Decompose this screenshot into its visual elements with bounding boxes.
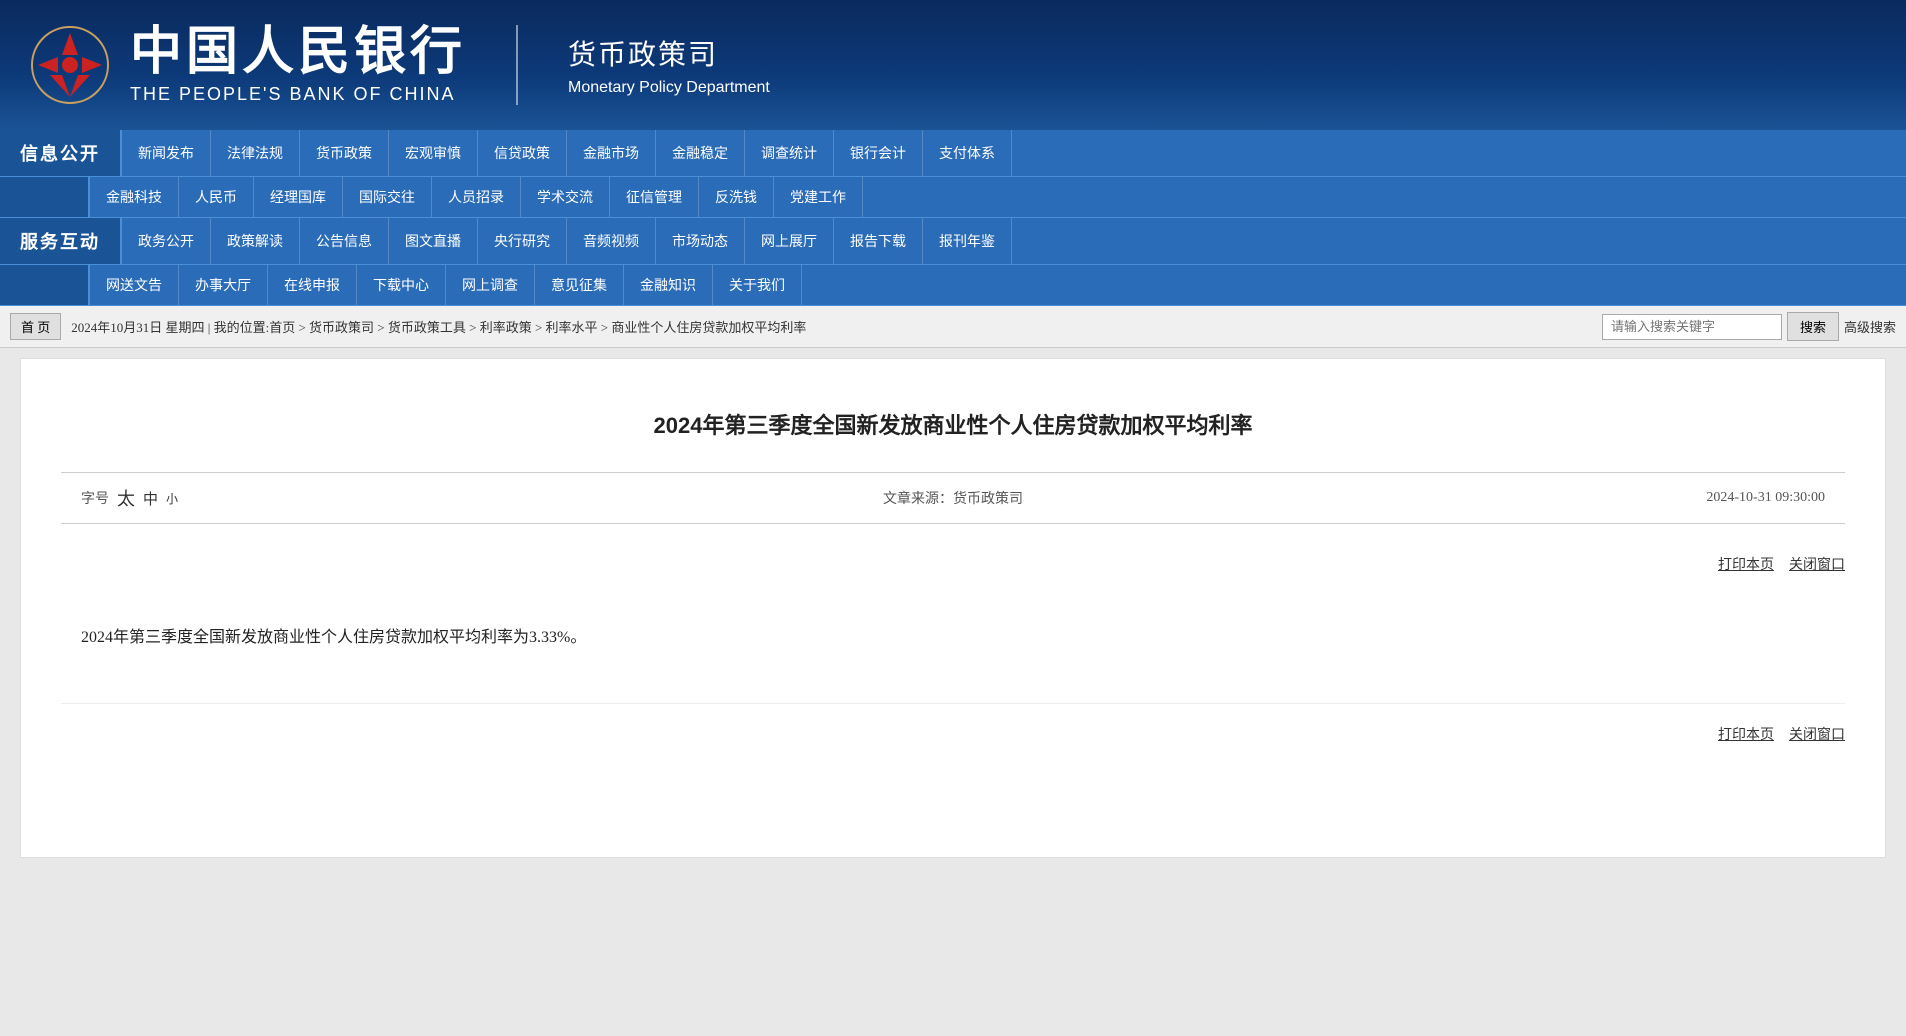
article-title: 2024年第三季度全国新发放商业性个人住房贷款加权平均利率 <box>61 389 1845 472</box>
nav-item-yanghang[interactable]: 央行研究 <box>478 218 567 264</box>
nav-item-zhengwu[interactable]: 政务公开 <box>122 218 211 264</box>
nav-row1-items: 新闻发布 法律法规 货币政策 宏观审慎 信贷政策 金融市场 金融稳定 调查统计 … <box>122 130 1906 176</box>
nav-item-wangsong[interactable]: 网送文告 <box>90 265 179 305</box>
dept-name-cn: 货币政策司 <box>568 33 770 73</box>
home-button[interactable]: 首 页 <box>10 313 61 340</box>
nav-item-shichang[interactable]: 市场动态 <box>656 218 745 264</box>
nav-label-xinxi: 信息公开 <box>0 130 122 176</box>
nav-label-fuwu: 服务互动 <box>0 218 122 264</box>
bank-name-en: THE PEOPLE'S BANK OF CHINA <box>130 84 466 105</box>
nav-item-dangjian[interactable]: 党建工作 <box>774 177 863 217</box>
header-divider <box>516 25 518 105</box>
advanced-search-link[interactable]: 高级搜索 <box>1844 317 1896 336</box>
nav-row-4: 网送文告 办事大厅 在线申报 下载中心 网上调查 意见征集 金融知识 关于我们 <box>0 265 1906 306</box>
nav-item-zhengxin[interactable]: 征信管理 <box>610 177 699 217</box>
search-input[interactable] <box>1602 314 1782 340</box>
nav-item-jinrongzhishi[interactable]: 金融知识 <box>624 265 713 305</box>
logo-area: 中国人民银行 THE PEOPLE'S BANK OF CHINA 货币政策司 … <box>30 25 770 105</box>
font-size-label: 字号 <box>81 488 109 508</box>
source-value: 货币政策司 <box>953 492 1023 507</box>
nav-item-xinwen[interactable]: 新闻发布 <box>122 130 211 176</box>
nav-item-baokannian[interactable]: 报刊年鉴 <box>923 218 1012 264</box>
font-size-large-btn[interactable]: 太 <box>117 485 135 511</box>
nav-item-gonggao[interactable]: 公告信息 <box>300 218 389 264</box>
nav-item-falv[interactable]: 法律法规 <box>211 130 300 176</box>
article-body: 2024年第三季度全国新发放商业性个人住房贷款加权平均利率为3.33%。 <box>61 594 1845 703</box>
article-date: 2024-10-31 09:30:00 <box>1244 490 1825 506</box>
nav-item-renminbi[interactable]: 人民币 <box>179 177 254 217</box>
nav-item-tuwenzhibo[interactable]: 图文直播 <box>389 218 478 264</box>
nav-item-wending[interactable]: 金融稳定 <box>656 130 745 176</box>
nav-item-yinpin[interactable]: 音频视频 <box>567 218 656 264</box>
source-label: 文章来源： <box>883 492 953 507</box>
print-bottom-link[interactable]: 打印本页 <box>1718 724 1774 744</box>
breadcrumb-bar: 首 页 2024年10月31日 星期四 | 我的位置:首页 > 货币政策司 > … <box>0 306 1906 348</box>
article-text: 2024年第三季度全国新发放商业性个人住房贷款加权平均利率为3.33%。 <box>81 624 1825 653</box>
nav-item-xueshu[interactable]: 学术交流 <box>521 177 610 217</box>
nav-item-xindai[interactable]: 信贷政策 <box>478 130 567 176</box>
dept-block: 货币政策司 Monetary Policy Department <box>568 33 770 97</box>
nav-item-faxiqian[interactable]: 反洗钱 <box>699 177 774 217</box>
article-source: 文章来源：货币政策司 <box>662 488 1243 508</box>
nav-label-row2-empty <box>0 177 90 217</box>
bank-name-cn: 中国人民银行 <box>130 26 466 78</box>
nav-item-renyuan[interactable]: 人员招录 <box>432 177 521 217</box>
nav-item-jinrongkeji[interactable]: 金融科技 <box>90 177 179 217</box>
nav-item-jingli[interactable]: 经理国库 <box>254 177 343 217</box>
nav-label-row4-empty <box>0 265 90 305</box>
article-meta: 字号 太 中 小 文章来源：货币政策司 2024-10-31 09:30:00 <box>61 472 1845 524</box>
nav-item-baogao[interactable]: 报告下载 <box>834 218 923 264</box>
nav-row-1: 信息公开 新闻发布 法律法规 货币政策 宏观审慎 信贷政策 金融市场 金融稳定 … <box>0 130 1906 177</box>
nav-item-zhifu[interactable]: 支付体系 <box>923 130 1012 176</box>
nav-item-huobi[interactable]: 货币政策 <box>300 130 389 176</box>
nav-item-yijian[interactable]: 意见征集 <box>535 265 624 305</box>
nav-item-diaocha[interactable]: 调查统计 <box>745 130 834 176</box>
close-bottom-link[interactable]: 关闭窗口 <box>1789 724 1845 744</box>
font-size-medium-btn[interactable]: 中 <box>143 488 158 509</box>
nav-row-3: 服务互动 政务公开 政策解读 公告信息 图文直播 央行研究 音频视频 市场动态 … <box>0 218 1906 265</box>
nav-item-yinhang[interactable]: 银行会计 <box>834 130 923 176</box>
page-header: 中国人民银行 THE PEOPLE'S BANK OF CHINA 货币政策司 … <box>0 0 1906 130</box>
search-button[interactable]: 搜索 <box>1787 312 1839 341</box>
navigation: 信息公开 新闻发布 法律法规 货币政策 宏观审慎 信贷政策 金融市场 金融稳定 … <box>0 130 1906 306</box>
nav-item-guanyu[interactable]: 关于我们 <box>713 265 802 305</box>
breadcrumb-path: 2024年10月31日 星期四 | 我的位置:首页 > 货币政策司 > 货币政策… <box>71 317 1592 336</box>
dept-name-en: Monetary Policy Department <box>568 79 770 97</box>
nav-row-2: 金融科技 人民币 经理国库 国际交往 人员招录 学术交流 征信管理 反洗钱 党建… <box>0 177 1906 218</box>
action-bar-top: 打印本页 关闭窗口 <box>61 544 1845 594</box>
font-size-control: 字号 太 中 小 <box>81 485 662 511</box>
action-bar-bottom: 打印本页 关闭窗口 <box>61 703 1845 754</box>
bank-name-block: 中国人民银行 THE PEOPLE'S BANK OF CHINA <box>130 26 466 105</box>
nav-item-xiazai[interactable]: 下载中心 <box>357 265 446 305</box>
main-content: 2024年第三季度全国新发放商业性个人住房贷款加权平均利率 字号 太 中 小 文… <box>20 358 1886 858</box>
print-top-link[interactable]: 打印本页 <box>1718 554 1774 574</box>
nav-item-wangshang[interactable]: 网上展厅 <box>745 218 834 264</box>
search-area: 搜索 高级搜索 <box>1602 312 1896 341</box>
close-top-link[interactable]: 关闭窗口 <box>1789 554 1845 574</box>
nav-row3-items: 政务公开 政策解读 公告信息 图文直播 央行研究 音频视频 市场动态 网上展厅 … <box>122 218 1906 264</box>
nav-item-guoji[interactable]: 国际交往 <box>343 177 432 217</box>
nav-item-banshi[interactable]: 办事大厅 <box>179 265 268 305</box>
nav-item-hongguan[interactable]: 宏观审慎 <box>389 130 478 176</box>
nav-item-zhengce[interactable]: 政策解读 <box>211 218 300 264</box>
nav-item-zaixian[interactable]: 在线申报 <box>268 265 357 305</box>
font-size-small-btn[interactable]: 小 <box>166 490 178 507</box>
nav-row4-items: 网送文告 办事大厅 在线申报 下载中心 网上调查 意见征集 金融知识 关于我们 <box>90 265 1906 305</box>
nav-item-wangshang-diaocha[interactable]: 网上调查 <box>446 265 535 305</box>
nav-item-jinrong[interactable]: 金融市场 <box>567 130 656 176</box>
pboc-logo-icon <box>30 25 110 105</box>
nav-row2-items: 金融科技 人民币 经理国库 国际交往 人员招录 学术交流 征信管理 反洗钱 党建… <box>90 177 1906 217</box>
